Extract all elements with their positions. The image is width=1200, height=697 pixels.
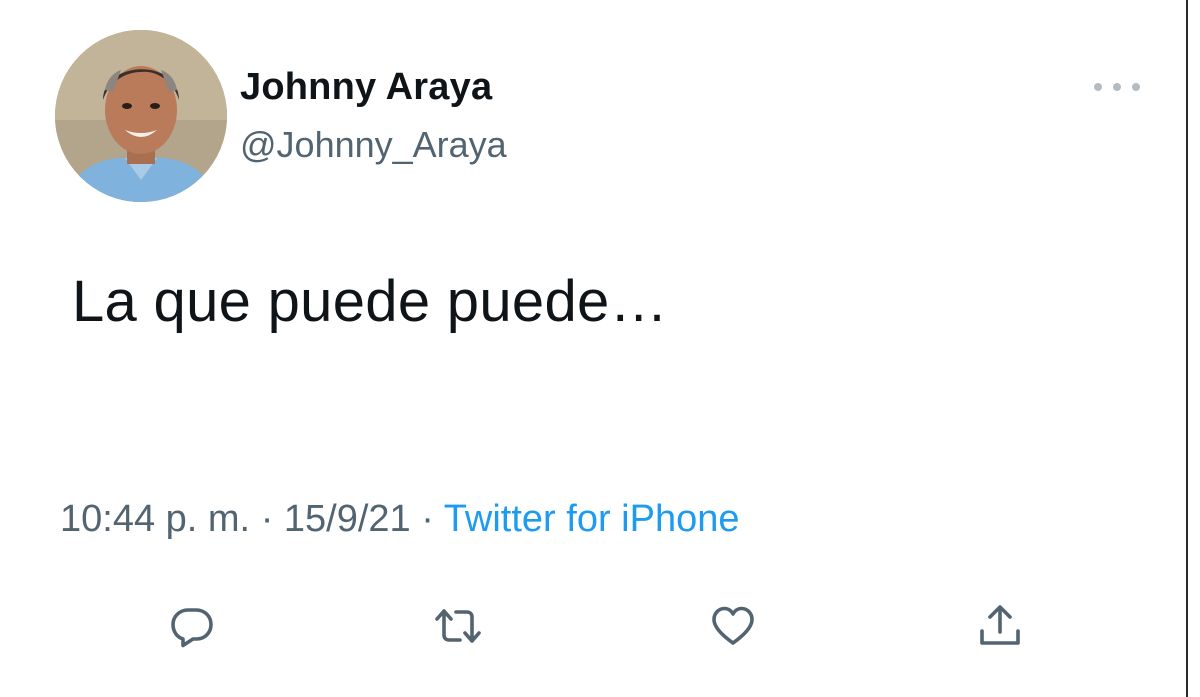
reply-button[interactable] [162, 596, 222, 656]
like-button[interactable] [703, 596, 763, 656]
display-name[interactable]: Johnny Araya [240, 66, 492, 109]
share-button[interactable] [970, 596, 1030, 656]
tweet-text: La que puede puede… [72, 269, 668, 334]
tweet-date[interactable]: 15/9/21 [284, 498, 411, 540]
more-dot-icon [1094, 83, 1102, 91]
retweet-icon [435, 609, 481, 643]
avatar[interactable] [55, 30, 227, 202]
more-dot-icon [1132, 83, 1140, 91]
share-icon [980, 605, 1020, 645]
more-options-button[interactable] [1094, 75, 1140, 99]
username[interactable]: @Johnny_Araya [240, 124, 507, 166]
tweet-source-link[interactable]: Twitter for iPhone [444, 498, 740, 540]
avatar-photo [55, 30, 227, 202]
page-edge-divider [1186, 0, 1188, 697]
meta-separator: · [421, 498, 434, 540]
meta-separator: · [260, 498, 274, 540]
like-icon [712, 606, 754, 645]
tweet-time[interactable]: 10:44 p. m. [60, 498, 250, 540]
tweet-metadata: 10:44 p. m. · 15/9/21 · Twitter for iPho… [60, 498, 739, 541]
reply-icon [171, 608, 213, 648]
more-dot-icon [1113, 83, 1121, 91]
retweet-button[interactable] [428, 596, 488, 656]
